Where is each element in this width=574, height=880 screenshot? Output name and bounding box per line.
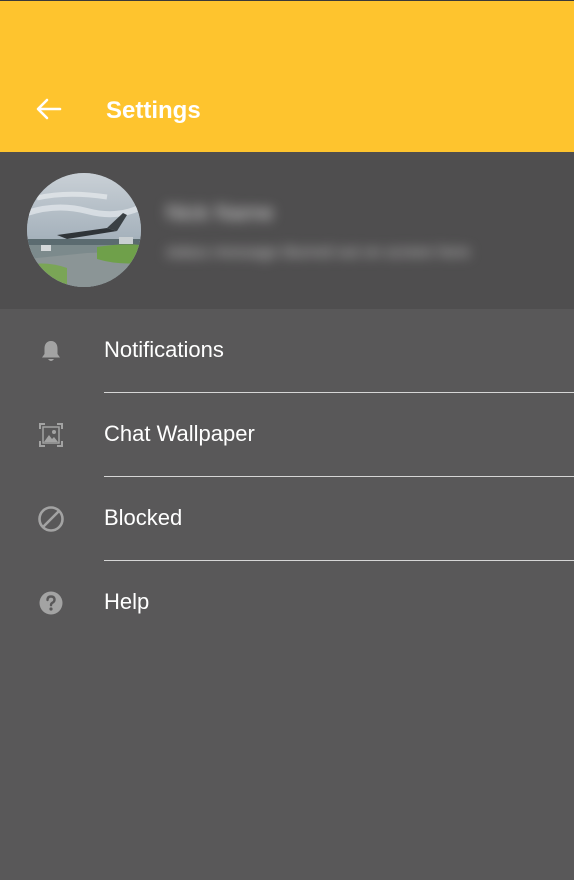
menu-item-label: Help xyxy=(104,589,150,614)
wallpaper-icon xyxy=(37,421,65,449)
menu-item-help[interactable]: Help xyxy=(0,561,574,645)
bell-icon xyxy=(37,337,65,365)
back-arrow-icon xyxy=(36,98,62,125)
profile-card[interactable]: Nick Name status message blurred out on … xyxy=(0,152,574,309)
menu-item-blocked[interactable]: Blocked xyxy=(0,477,574,561)
back-button[interactable] xyxy=(30,93,68,129)
settings-menu: Notifications Chat Wallpaper Blocked Hel… xyxy=(0,309,574,645)
help-icon xyxy=(37,589,65,617)
menu-item-notifications[interactable]: Notifications xyxy=(0,309,574,393)
menu-item-label: Notifications xyxy=(104,337,224,362)
app-header: Settings xyxy=(0,0,574,152)
profile-status: status message blurred out on screen her… xyxy=(166,244,471,261)
menu-item-label: Chat Wallpaper xyxy=(104,421,255,446)
menu-item-label: Blocked xyxy=(104,505,183,530)
avatar xyxy=(27,173,141,287)
page-title: Settings xyxy=(106,97,201,124)
menu-item-chat-wallpaper[interactable]: Chat Wallpaper xyxy=(0,393,574,477)
profile-name: Nick Name xyxy=(166,200,274,225)
blocked-icon xyxy=(37,505,65,533)
